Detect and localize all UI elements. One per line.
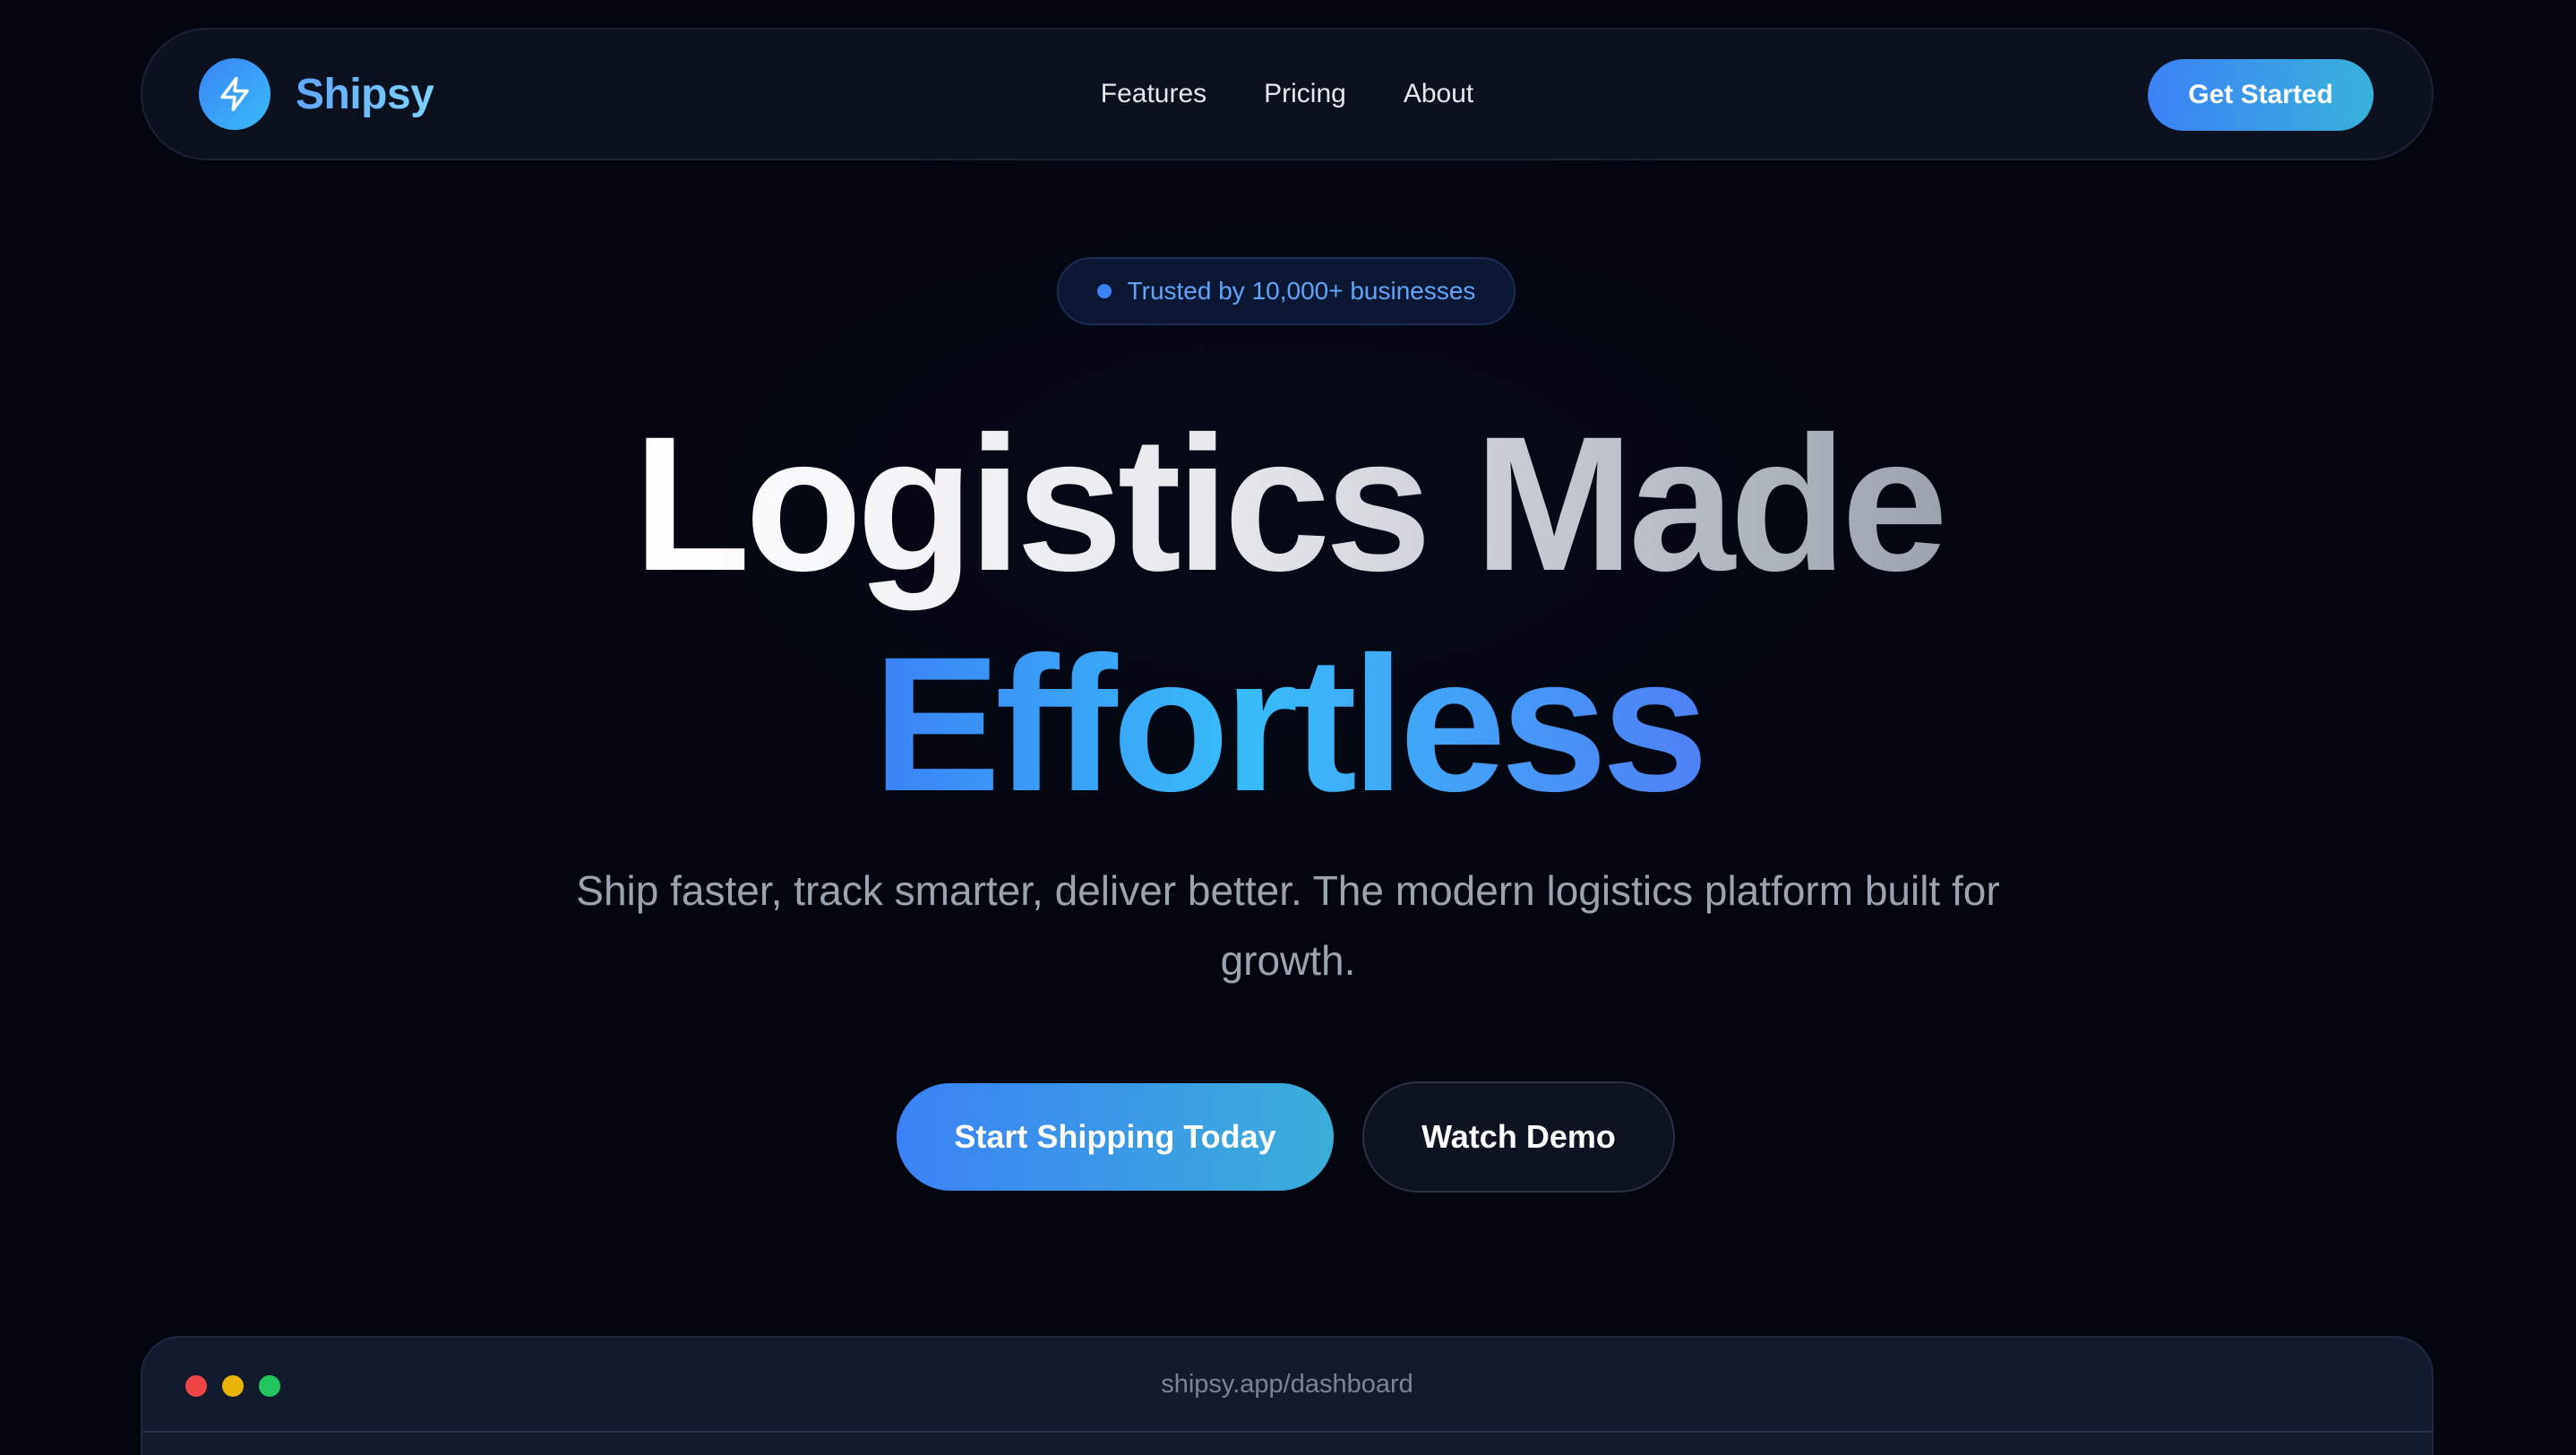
hero-subtitle: Ship faster, track smarter, deliver bett… [576,867,2000,984]
nav-link-features[interactable]: Features [1101,79,1206,109]
top-navbar: Shipsy Features Pricing About Get Starte… [141,28,2434,160]
nav-link-pricing[interactable]: Pricing [1264,79,1346,109]
trust-badge-text: Trusted by 10,000+ businesses [1127,277,1476,305]
get-started-button[interactable]: Get Started [2148,59,2374,131]
brand-logo[interactable]: Shipsy [199,58,434,130]
lightning-bolt-icon [199,58,270,130]
watch-demo-button[interactable]: Watch Demo [1362,1081,1675,1192]
start-shipping-button[interactable]: Start Shipping Today [897,1083,1334,1191]
nav-links: Features Pricing About [1101,30,1474,159]
headline-line-2: Effortless [872,615,1708,835]
hero-headline: Logistics Made Effortless [0,394,2576,835]
url-address: shipsy.app/dashboard [1161,1370,1413,1399]
headline-line-1: Logistics Made [633,394,1948,615]
nav-link-about[interactable]: About [1404,79,1473,109]
browser-title-bar: shipsy.app/dashboard [142,1338,2432,1433]
dashboard-preview-window: shipsy.app/dashboard [141,1336,2434,1455]
status-dot [1096,284,1112,298]
landing-page: Shipsy Features Pricing About Get Starte… [0,0,2576,1455]
trust-badge: Trusted by 10,000+ businesses [1057,257,1516,325]
brand-name: Shipsy [296,70,434,118]
